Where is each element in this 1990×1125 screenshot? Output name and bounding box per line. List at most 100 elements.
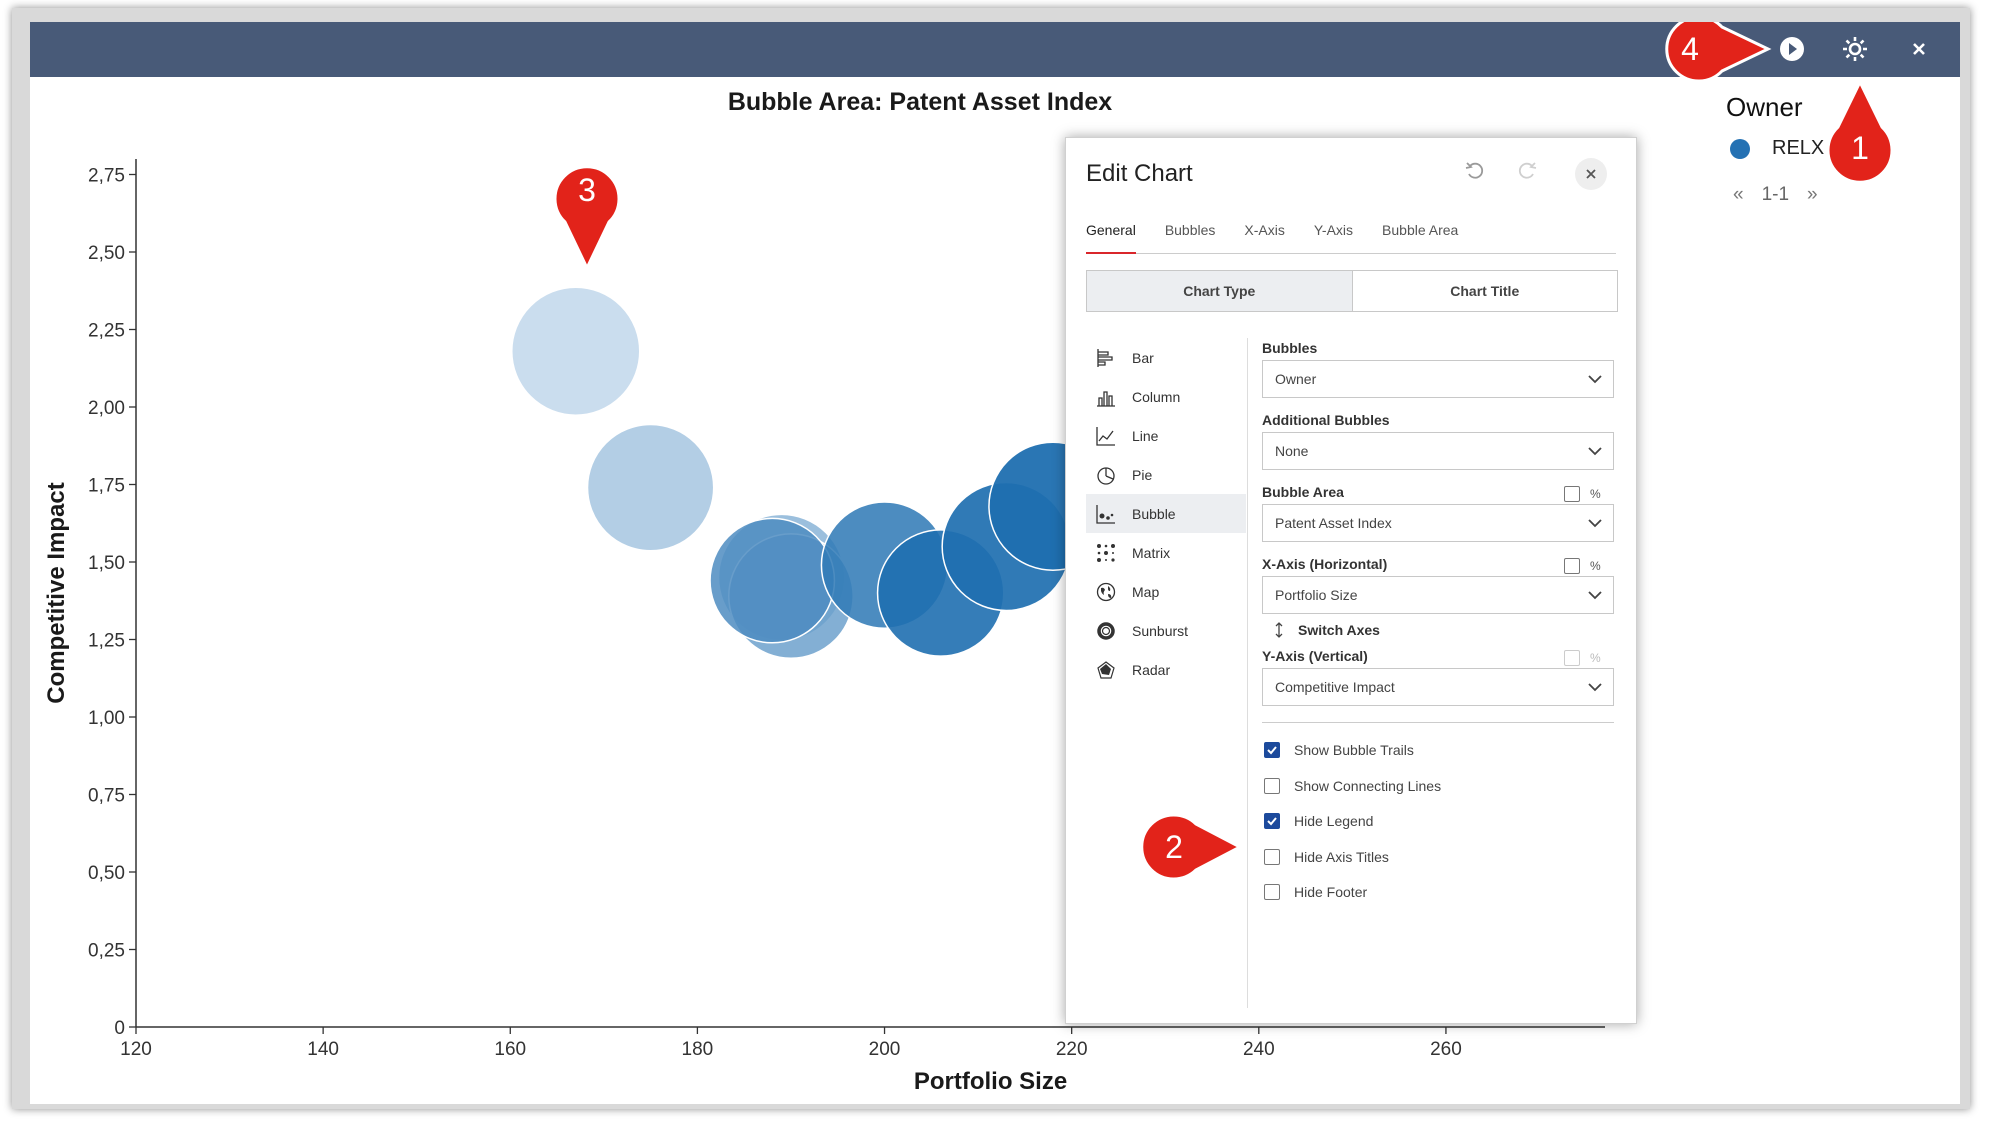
tab-x-axis[interactable]: X-Axis bbox=[1244, 218, 1284, 252]
tab-bubble-area[interactable]: Bubble Area bbox=[1382, 218, 1458, 252]
x-tick-label: 180 bbox=[682, 1039, 714, 1060]
close-button[interactable] bbox=[1900, 30, 1938, 68]
panel-divider bbox=[1247, 338, 1248, 1008]
option-show-bubble-trails[interactable]: Show Bubble Trails bbox=[1264, 742, 1414, 758]
checkbox-checked[interactable] bbox=[1264, 813, 1280, 829]
y-tick-label: 1,75 bbox=[88, 476, 125, 497]
panel-close-button[interactable] bbox=[1575, 158, 1607, 190]
chart-type-map[interactable]: Map bbox=[1086, 572, 1246, 611]
x-axis-label: X-Axis (Horizontal) bbox=[1262, 556, 1388, 572]
chart-type-label: Line bbox=[1132, 427, 1159, 444]
checkmark-icon bbox=[1267, 746, 1277, 755]
bubble-area-label: Bubble Area bbox=[1262, 484, 1344, 500]
bubble-area-value: Patent Asset Index bbox=[1275, 515, 1392, 531]
option-show-connecting-lines[interactable]: Show Connecting Lines bbox=[1264, 778, 1441, 794]
x-axis-select[interactable]: Portfolio Size bbox=[1262, 576, 1614, 614]
legend-title: Owner bbox=[1726, 92, 1803, 122]
chart-type-label: Sunburst bbox=[1132, 622, 1189, 639]
chart-type-bar[interactable]: Bar bbox=[1086, 338, 1246, 377]
chart-type-column[interactable]: Column bbox=[1086, 377, 1246, 416]
checkmark-icon bbox=[1267, 817, 1277, 826]
settings-button[interactable] bbox=[1836, 30, 1874, 68]
checkbox-unchecked[interactable] bbox=[1264, 778, 1280, 794]
bar-chart-icon bbox=[1094, 346, 1118, 370]
chart-type-label: Matrix bbox=[1132, 544, 1171, 561]
x-tick-label: 200 bbox=[869, 1039, 901, 1060]
x-axis-title: Portfolio Size bbox=[914, 1068, 1067, 1095]
bubbles-select-value: Owner bbox=[1275, 371, 1317, 387]
y-tick-label: 2,25 bbox=[88, 321, 125, 342]
legend-next-button[interactable]: » bbox=[1807, 184, 1818, 206]
options-divider bbox=[1262, 722, 1614, 723]
tab-y-axis[interactable]: Y-Axis bbox=[1314, 218, 1353, 252]
column-chart-icon bbox=[1094, 385, 1118, 409]
redo-button[interactable] bbox=[1516, 160, 1538, 188]
bubbles-select[interactable]: Owner bbox=[1262, 360, 1614, 398]
y-tick-label: 0 bbox=[114, 1018, 125, 1039]
redo-icon bbox=[1518, 162, 1537, 179]
checkbox-unchecked[interactable] bbox=[1264, 884, 1280, 900]
x-axis-percent-toggle[interactable]: % bbox=[1564, 558, 1601, 574]
switch-axes-icon bbox=[1275, 622, 1283, 638]
legend-page-range: 1-1 bbox=[1761, 184, 1790, 205]
panel-segment-control: Chart Type Chart Title bbox=[1086, 270, 1618, 312]
close-icon bbox=[1913, 43, 1925, 55]
chart-type-radar[interactable]: Radar bbox=[1086, 650, 1246, 689]
y-axis-select[interactable]: Competitive Impact bbox=[1262, 668, 1614, 706]
switch-axes-label: Switch Axes bbox=[1298, 622, 1380, 638]
y-tick-label: 0,75 bbox=[88, 786, 125, 807]
option-hide-footer[interactable]: Hide Footer bbox=[1264, 884, 1367, 900]
bubble-area-select[interactable]: Patent Asset Index bbox=[1262, 504, 1614, 542]
switch-axes-button[interactable]: Switch Axes bbox=[1274, 622, 1380, 638]
panel-tabs: General Bubbles X-Axis Y-Axis Bubble Are… bbox=[1086, 218, 1616, 254]
bubble-chart-icon bbox=[1094, 502, 1118, 526]
legend-pager: « 1-1 » bbox=[1733, 184, 1818, 206]
x-axis-value: Portfolio Size bbox=[1275, 587, 1358, 603]
percent-label: % bbox=[1590, 559, 1601, 573]
chart-type-bubble[interactable]: Bubble bbox=[1086, 494, 1246, 533]
tab-bubbles[interactable]: Bubbles bbox=[1165, 218, 1216, 252]
x-axis-percent-checkbox[interactable] bbox=[1564, 558, 1580, 574]
bubble-area-percent-checkbox[interactable] bbox=[1564, 486, 1580, 502]
globe-icon bbox=[1094, 580, 1118, 604]
legend-prev-button[interactable]: « bbox=[1733, 184, 1744, 206]
x-tick-label: 160 bbox=[494, 1039, 526, 1060]
legend-label: RELX bbox=[1772, 137, 1825, 159]
chart-type-segment[interactable]: Chart Type bbox=[1087, 271, 1353, 311]
bubble bbox=[586, 423, 715, 552]
y-tick-label: 0,25 bbox=[88, 941, 125, 962]
chevron-down-icon bbox=[1588, 375, 1602, 384]
x-tick-label: 120 bbox=[120, 1039, 152, 1060]
additional-bubbles-select[interactable]: None bbox=[1262, 432, 1614, 470]
bubble-area-percent-toggle[interactable]: % bbox=[1564, 486, 1601, 502]
option-hide-axis-titles[interactable]: Hide Axis Titles bbox=[1264, 849, 1389, 865]
chart-title-segment[interactable]: Chart Title bbox=[1353, 271, 1618, 311]
chart-type-label: Radar bbox=[1132, 661, 1171, 678]
chart-type-line[interactable]: Line bbox=[1086, 416, 1246, 455]
chevron-down-icon bbox=[1588, 447, 1602, 456]
play-button[interactable] bbox=[1773, 30, 1811, 68]
option-hide-legend[interactable]: Hide Legend bbox=[1264, 813, 1373, 829]
y-tick-label: 1,50 bbox=[88, 553, 125, 574]
bubbles-label: Bubbles bbox=[1262, 340, 1318, 356]
chart-type-label: Bubble bbox=[1132, 505, 1176, 522]
tab-general[interactable]: General bbox=[1086, 218, 1136, 254]
y-tick-label: 0,50 bbox=[88, 863, 125, 884]
y-axis-title: Competitive Impact bbox=[43, 482, 70, 703]
chart-type-label: Map bbox=[1132, 583, 1160, 600]
y-tick-label: 1,00 bbox=[88, 708, 125, 729]
checkbox-unchecked[interactable] bbox=[1264, 849, 1280, 865]
chart-type-sunburst[interactable]: Sunburst bbox=[1086, 611, 1246, 650]
edit-chart-panel: Edit Chart General Bubbles X-Axis Y-Axis… bbox=[1065, 137, 1637, 1024]
chart-type-pie[interactable]: Pie bbox=[1086, 455, 1246, 494]
chevron-down-icon bbox=[1588, 683, 1602, 692]
x-tick-label: 220 bbox=[1056, 1039, 1088, 1060]
checkbox-checked[interactable] bbox=[1264, 742, 1280, 758]
x-tick-label: 140 bbox=[307, 1039, 339, 1060]
legend-item-relx[interactable]: RELX bbox=[1730, 137, 1824, 160]
chart-type-label: Pie bbox=[1132, 466, 1153, 483]
y-tick-label: 2,50 bbox=[88, 243, 125, 264]
chart-type-matrix[interactable]: Matrix bbox=[1086, 533, 1246, 572]
undo-button[interactable] bbox=[1464, 160, 1486, 188]
panel-title: Edit Chart bbox=[1086, 160, 1193, 187]
